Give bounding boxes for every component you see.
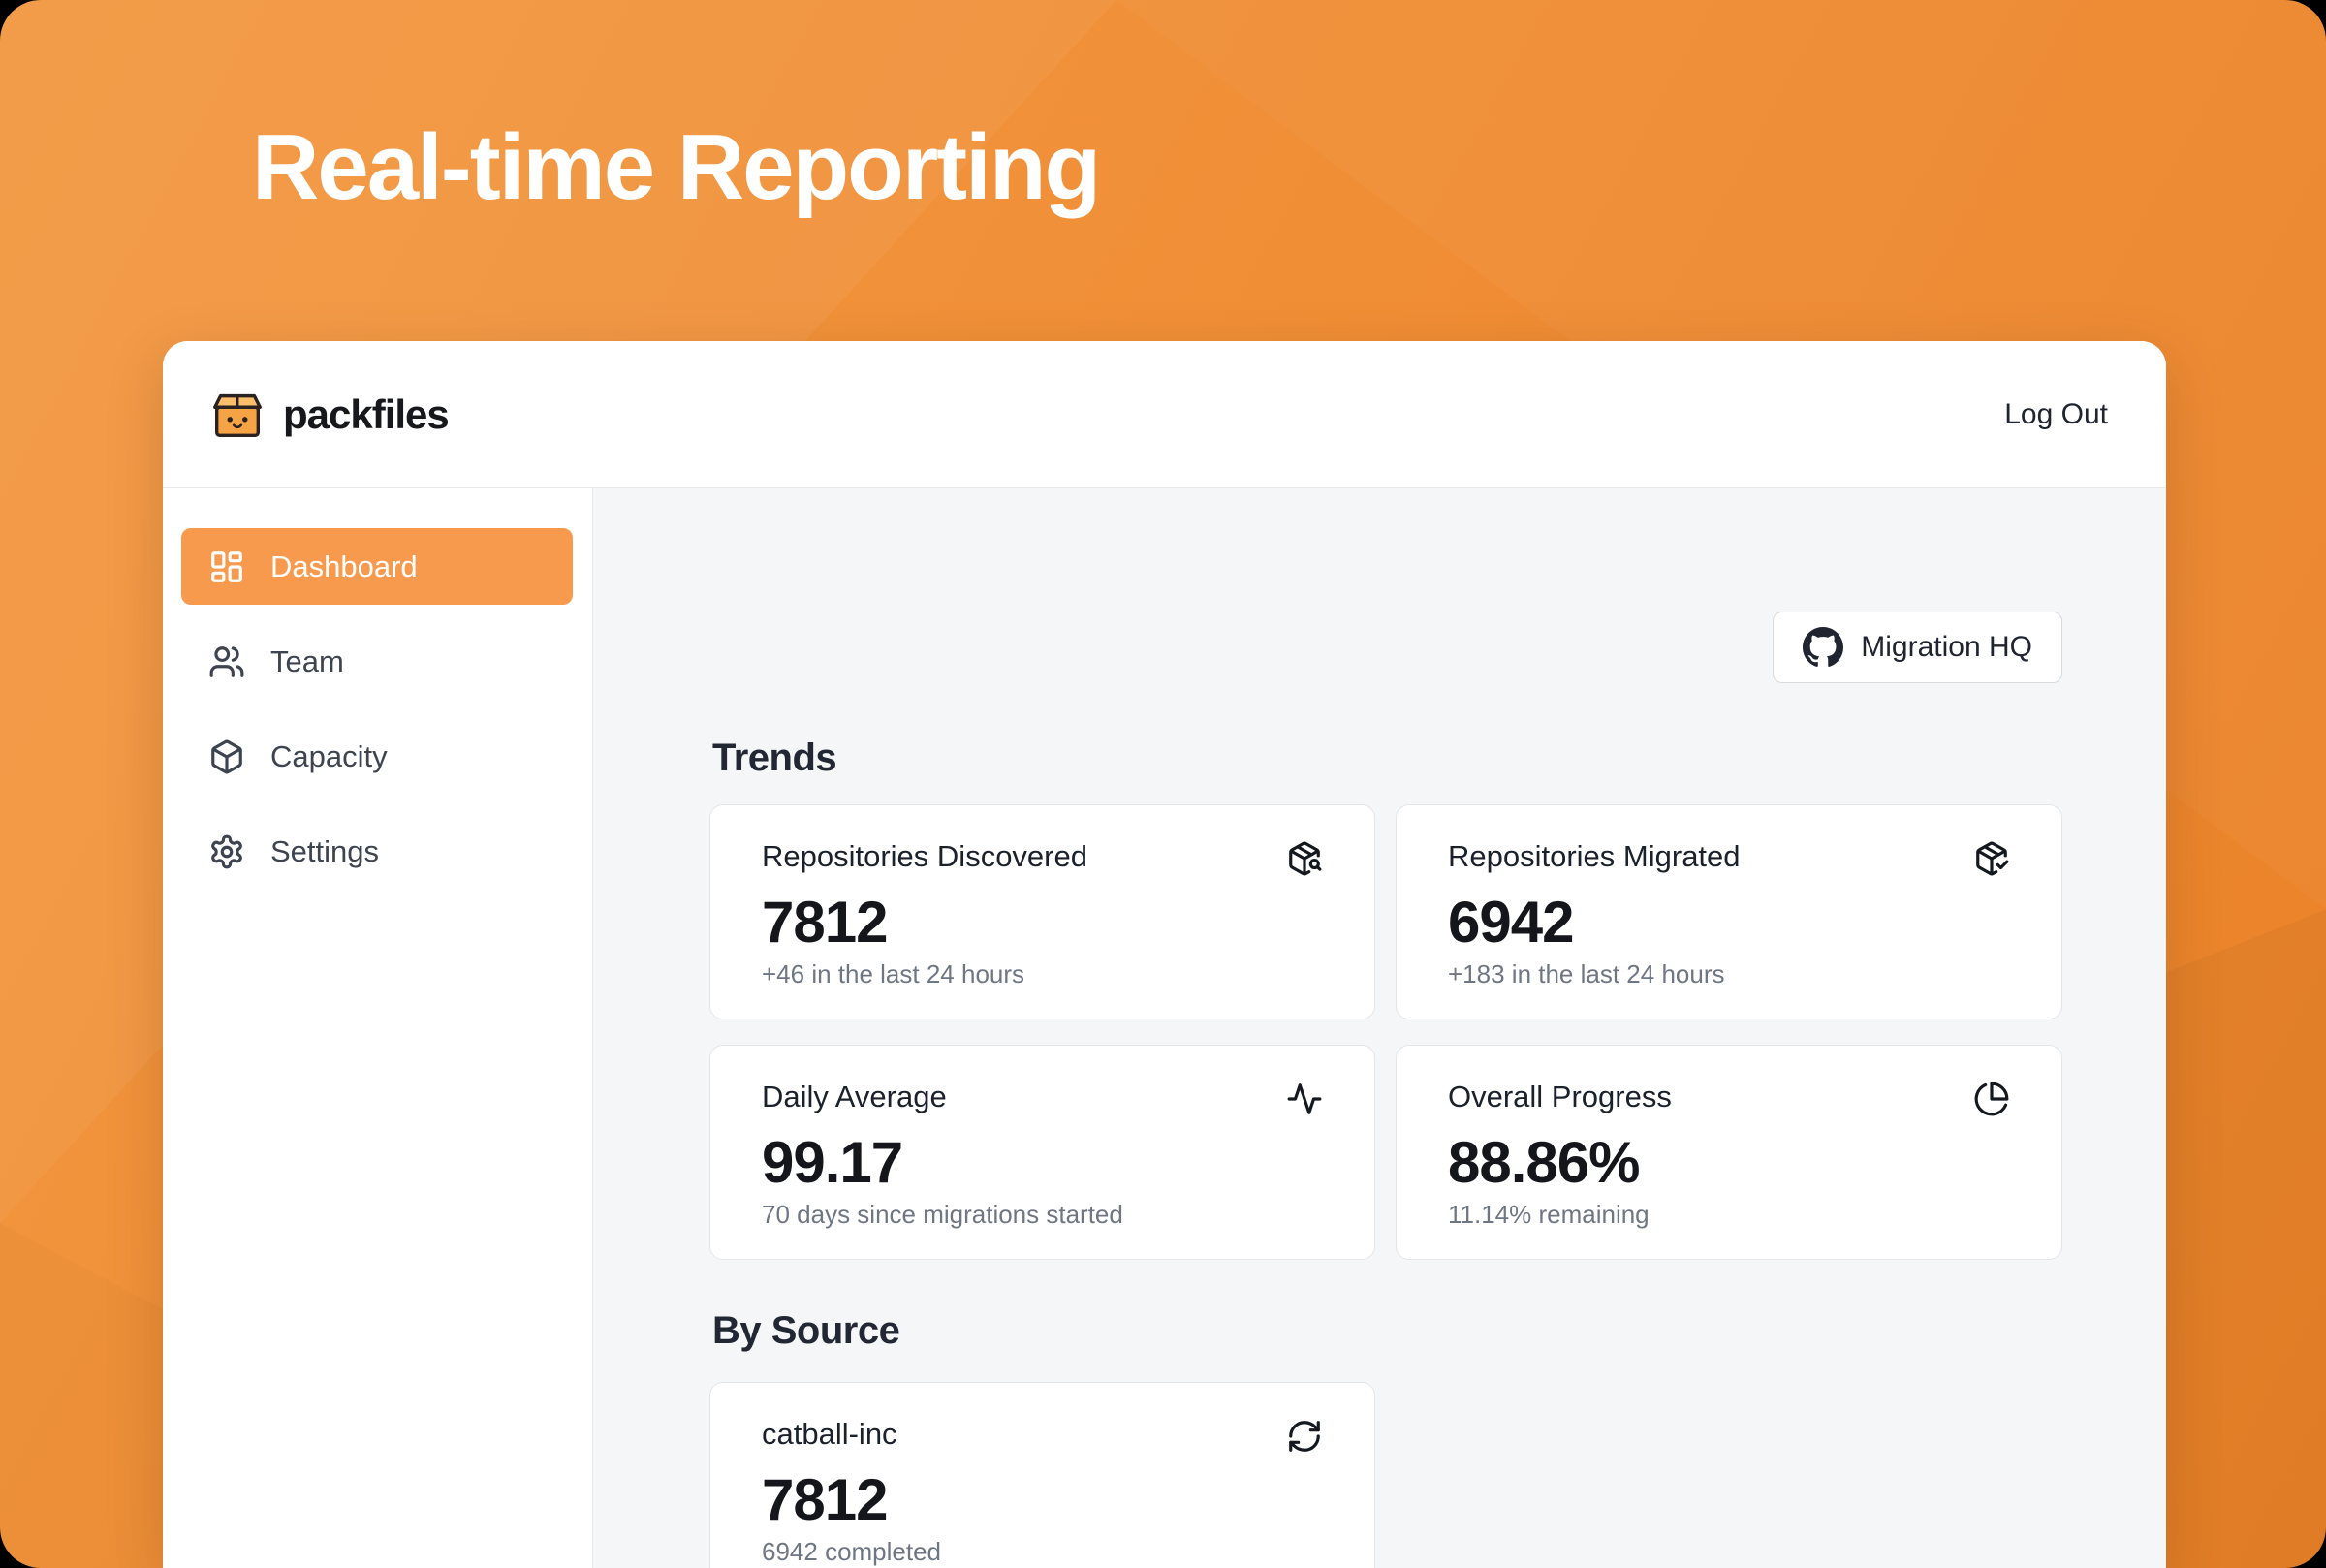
sidebar-item-team[interactable]: Team — [181, 623, 573, 700]
app-window: packfiles Log Out Dashboard — [163, 341, 2166, 1568]
card-subtext: +183 in the last 24 hours — [1448, 958, 2010, 989]
migration-hq-label: Migration HQ — [1861, 631, 2032, 664]
sidebar-item-settings[interactable]: Settings — [181, 813, 573, 890]
card-value: 88.86% — [1448, 1131, 2010, 1195]
users-icon — [208, 643, 245, 680]
trend-card-repositories-discovered: Repositories Discovered 7812 +46 in the … — [709, 804, 1375, 1019]
card-title: Overall Progress — [1448, 1079, 1672, 1115]
source-card-catball-inc: catball-inc 7812 6942 completed — [709, 1382, 1375, 1568]
card-title: catball-inc — [762, 1416, 897, 1453]
sidebar: Dashboard Team — [163, 488, 593, 1568]
dashboard-icon — [208, 549, 245, 585]
migration-hq-button[interactable]: Migration HQ — [1773, 612, 2062, 683]
sidebar-item-label: Dashboard — [270, 549, 418, 584]
sidebar-item-label: Capacity — [270, 739, 388, 774]
card-title: Repositories Discovered — [762, 838, 1087, 875]
activity-icon — [1286, 1081, 1323, 1117]
github-icon — [1803, 627, 1843, 668]
page-title: Real-time Reporting — [252, 114, 1099, 221]
trend-card-repositories-migrated: Repositories Migrated 6942 +183 in the l… — [1396, 804, 2062, 1019]
sync-icon — [1286, 1418, 1323, 1455]
sidebar-item-label: Team — [270, 644, 344, 679]
gear-icon — [208, 833, 245, 870]
main-content: Migration HQ Trends Repositories Discove… — [593, 488, 2166, 1568]
sidebar-item-dashboard[interactable]: Dashboard — [181, 528, 573, 605]
sidebar-item-label: Settings — [270, 834, 379, 869]
logout-button[interactable]: Log Out — [1998, 397, 2114, 432]
page-background: Real-time Reporting packfiles Log Out — [0, 0, 2326, 1568]
card-subtext: 70 days since migrations started — [762, 1199, 1323, 1230]
card-value: 99.17 — [762, 1131, 1323, 1195]
brand-name: packfiles — [283, 392, 449, 438]
card-subtext: 6942 completed — [762, 1536, 1323, 1567]
package-check-icon — [1973, 840, 2010, 877]
card-subtext: 11.14% remaining — [1448, 1199, 2010, 1230]
pie-chart-icon — [1973, 1081, 2010, 1117]
package-search-icon — [1286, 840, 1323, 877]
window-body: Dashboard Team — [163, 488, 2166, 1568]
package-icon — [208, 738, 245, 775]
card-title: Daily Average — [762, 1079, 947, 1115]
trends-heading: Trends — [712, 737, 836, 780]
card-value: 7812 — [762, 891, 1323, 955]
packfiles-logo-icon — [207, 385, 267, 445]
brand: packfiles — [207, 385, 449, 445]
card-title: Repositories Migrated — [1448, 838, 1741, 875]
trend-card-daily-average: Daily Average 99.17 70 days since migrat… — [709, 1045, 1375, 1260]
by-source-heading: By Source — [712, 1309, 899, 1353]
card-value: 6942 — [1448, 891, 2010, 955]
card-subtext: +46 in the last 24 hours — [762, 958, 1323, 989]
app-header: packfiles Log Out — [163, 341, 2166, 488]
sidebar-item-capacity[interactable]: Capacity — [181, 718, 573, 795]
card-value: 7812 — [762, 1468, 1323, 1532]
trend-card-overall-progress: Overall Progress 88.86% 11.14% remaining — [1396, 1045, 2062, 1260]
